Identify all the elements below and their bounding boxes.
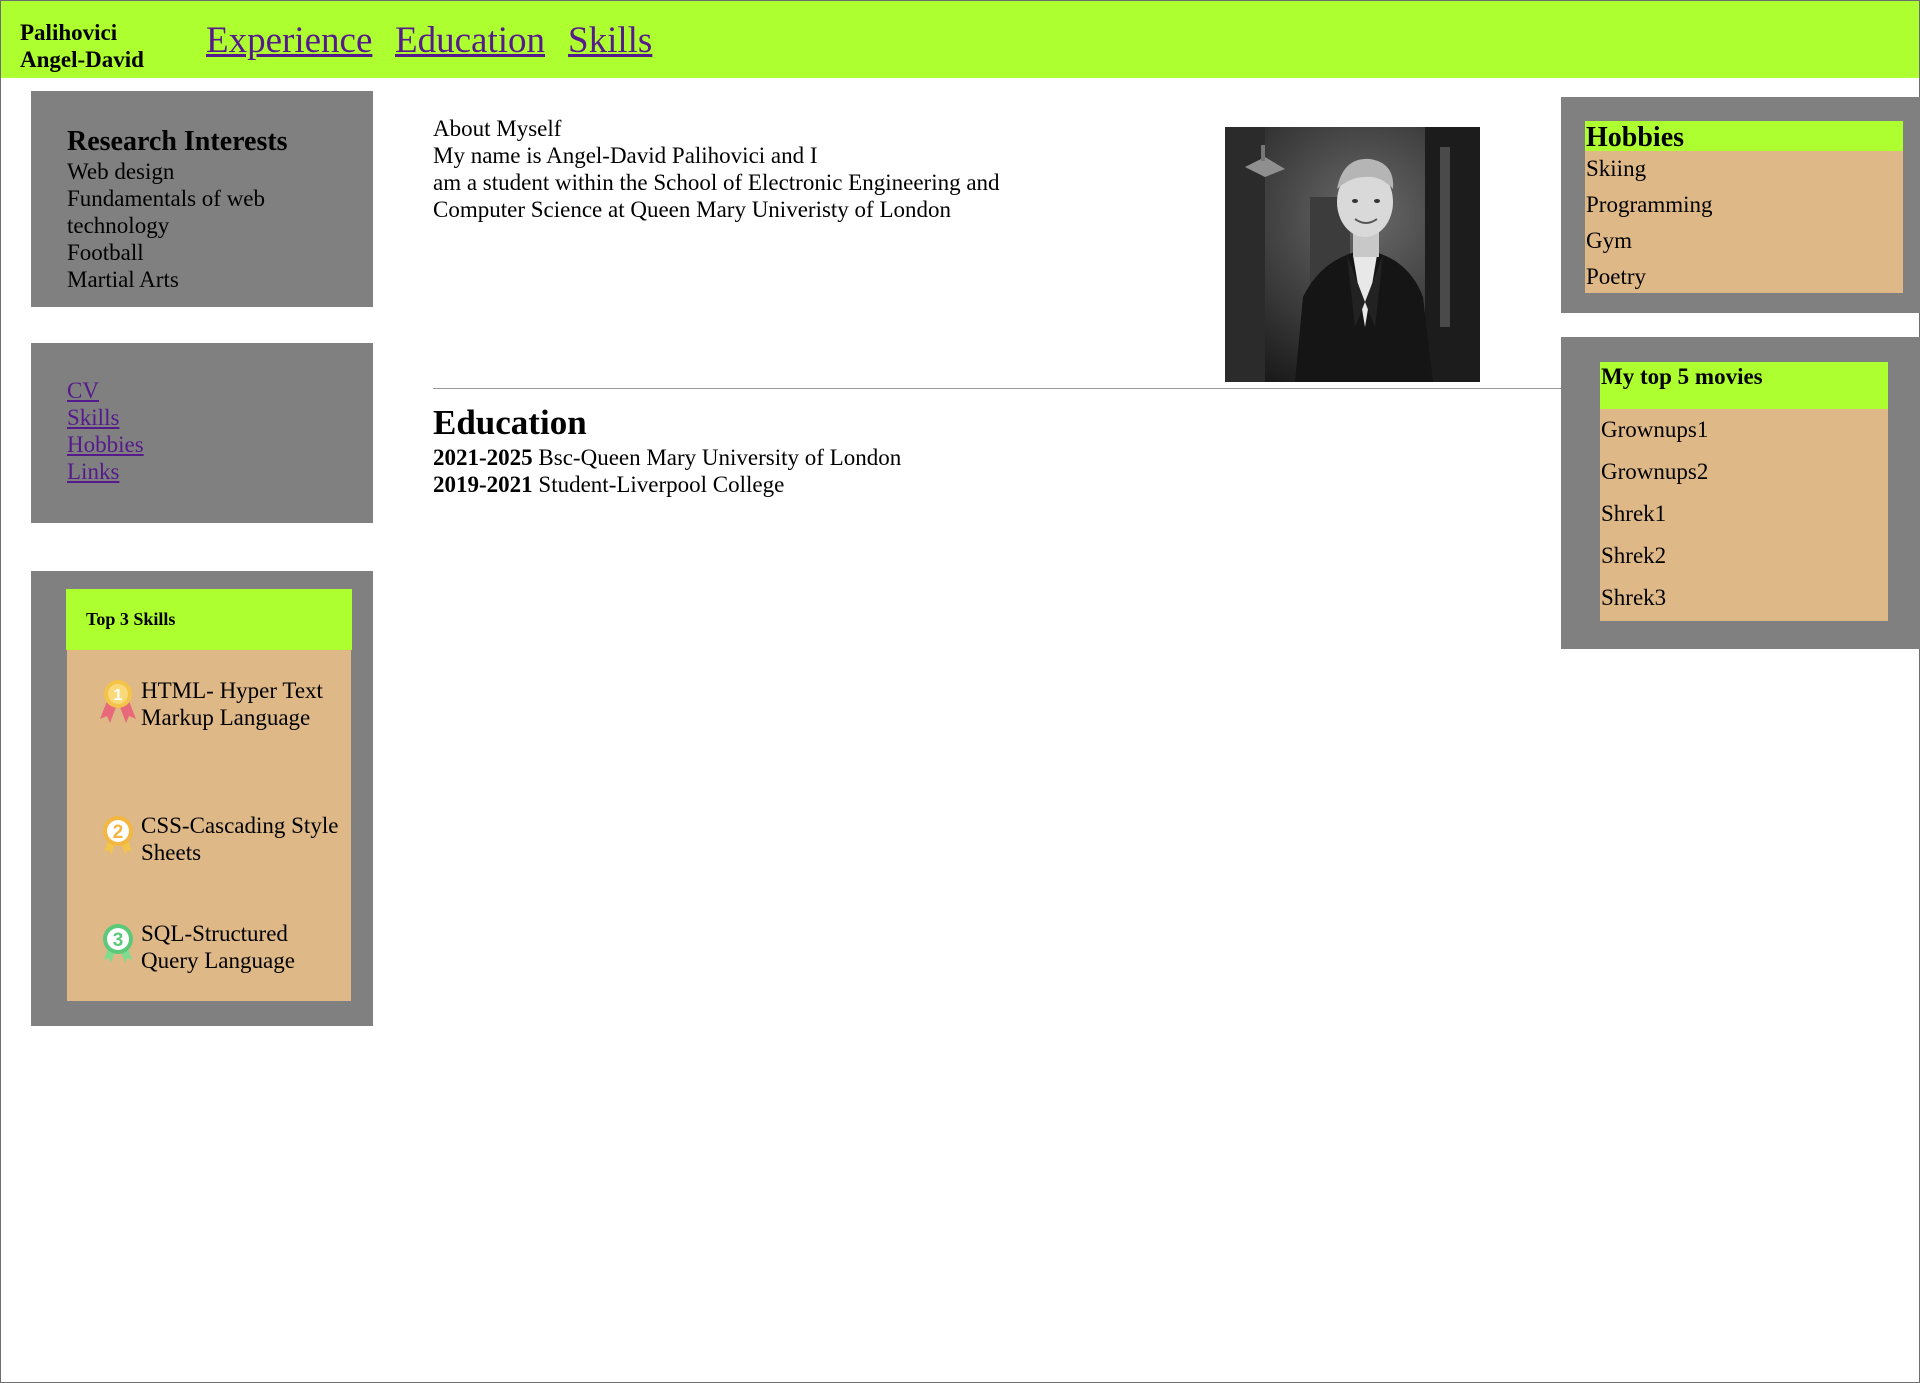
hobby-item: Poetry bbox=[1586, 264, 1647, 289]
research-item: Fundamentals of web technology bbox=[67, 186, 266, 238]
education-title: Education bbox=[433, 403, 587, 442]
research-interests-list: Web design Fundamentals of web technolog… bbox=[67, 158, 337, 293]
medal-rank: 3 bbox=[113, 930, 124, 951]
hobbies-header: Hobbies bbox=[1585, 121, 1903, 153]
brand-line-1: Palihovici bbox=[20, 20, 118, 45]
top-header: Palihovici Angel-David Experience Educat… bbox=[1, 1, 1919, 78]
nav-link-experience[interactable]: Experience bbox=[206, 19, 372, 63]
research-interests-panel: Research Interests Web design Fundamenta… bbox=[31, 91, 373, 307]
link-links[interactable]: Links bbox=[67, 459, 119, 484]
top-skills-body: 1 HTML- Hyper Text Markup Language 2 CSS… bbox=[67, 650, 351, 1001]
link-skills[interactable]: Skills bbox=[67, 405, 119, 430]
link-hobbies[interactable]: Hobbies bbox=[67, 432, 144, 457]
movies-list: Grownups1 Grownups2 Shrek1 Shrek2 Shrek3 bbox=[1601, 409, 1708, 619]
research-interests-title: Research Interests bbox=[67, 126, 288, 157]
hobbies-title: Hobbies bbox=[1586, 122, 1685, 153]
about-section: About Myself My name is Angel-David Pali… bbox=[433, 115, 1133, 223]
movies-body: Grownups1 Grownups2 Shrek1 Shrek2 Shrek3 bbox=[1600, 409, 1888, 621]
movies-panel: My top 5 movies Grownups1 Grownups2 Shre… bbox=[1561, 337, 1920, 649]
education-years: 2021-2025 bbox=[433, 445, 533, 470]
bronze-medal-icon: 3 bbox=[103, 924, 133, 963]
skill-text: CSS-Cascading Style Sheets bbox=[141, 813, 339, 865]
top-skills-header: Top 3 Skills bbox=[66, 589, 352, 650]
quick-links-list: CV Skills Hobbies Links bbox=[67, 377, 144, 485]
research-item: Martial Arts bbox=[67, 267, 179, 292]
top-skills-title: Top 3 Skills bbox=[86, 609, 176, 629]
about-text-line: My name is Angel-David Palihovici and I bbox=[433, 143, 818, 168]
research-item: Football bbox=[67, 240, 144, 265]
hobbies-list: Skiing Programming Gym Poetry bbox=[1586, 151, 1713, 295]
brand-line-2: Angel-David bbox=[20, 47, 144, 72]
hobbies-body: Skiing Programming Gym Poetry bbox=[1585, 151, 1903, 293]
education-entry: 2021-2025 Bsc-Queen Mary University of L… bbox=[433, 444, 901, 471]
gold-medal-icon: 1 bbox=[100, 680, 136, 723]
hobby-item: Skiing bbox=[1586, 156, 1647, 181]
skill-text: HTML- Hyper Text Markup Language bbox=[141, 678, 323, 730]
movie-item: Shrek2 bbox=[1601, 543, 1667, 568]
silver-medal-icon: 2 bbox=[103, 816, 133, 855]
nav-link-education[interactable]: Education bbox=[395, 19, 545, 63]
skill-text: SQL-Structured Query Language bbox=[141, 921, 295, 973]
nav-link-skills[interactable]: Skills bbox=[568, 19, 652, 63]
movie-item: Shrek1 bbox=[1601, 501, 1667, 526]
education-text: Bsc-Queen Mary University of London bbox=[538, 445, 902, 470]
skill-item: 3 SQL-Structured Query Language bbox=[95, 920, 345, 974]
education-entry: 2019-2021 Student-Liverpool College bbox=[433, 471, 901, 498]
hobbies-panel: Hobbies Skiing Programming Gym Poetry bbox=[1561, 97, 1920, 313]
movie-item: Shrek3 bbox=[1601, 585, 1667, 610]
research-item: Web design bbox=[67, 159, 175, 184]
site-brand: Palihovici Angel-David bbox=[20, 19, 144, 73]
skill-item: 1 HTML- Hyper Text Markup Language bbox=[95, 677, 345, 731]
profile-photo bbox=[1225, 127, 1480, 382]
top-skills-panel: Top 3 Skills 1 HTML- Hyper Text Markup L… bbox=[31, 571, 373, 1026]
movies-title: My top 5 movies bbox=[1601, 364, 1763, 389]
movie-item: Grownups1 bbox=[1601, 417, 1709, 442]
section-divider bbox=[433, 388, 1561, 389]
education-years: 2019-2021 bbox=[433, 472, 533, 497]
skill-item: 2 CSS-Cascading Style Sheets bbox=[95, 812, 345, 866]
about-text-line: am a student within the School of Electr… bbox=[433, 170, 1000, 195]
hobby-item: Programming bbox=[1586, 192, 1713, 217]
movie-item: Grownups2 bbox=[1601, 459, 1709, 484]
hobby-item: Gym bbox=[1586, 228, 1632, 253]
education-text: Student-Liverpool College bbox=[538, 472, 785, 497]
link-cv[interactable]: CV bbox=[67, 378, 99, 403]
medal-rank: 1 bbox=[114, 687, 123, 704]
education-list: 2021-2025 Bsc-Queen Mary University of L… bbox=[433, 444, 901, 498]
medal-rank: 2 bbox=[113, 822, 124, 843]
about-title: About Myself bbox=[433, 116, 562, 141]
quick-links-panel: CV Skills Hobbies Links bbox=[31, 343, 373, 523]
movies-header: My top 5 movies bbox=[1600, 362, 1888, 409]
about-text-line: Computer Science at Queen Mary Univerist… bbox=[433, 197, 952, 222]
